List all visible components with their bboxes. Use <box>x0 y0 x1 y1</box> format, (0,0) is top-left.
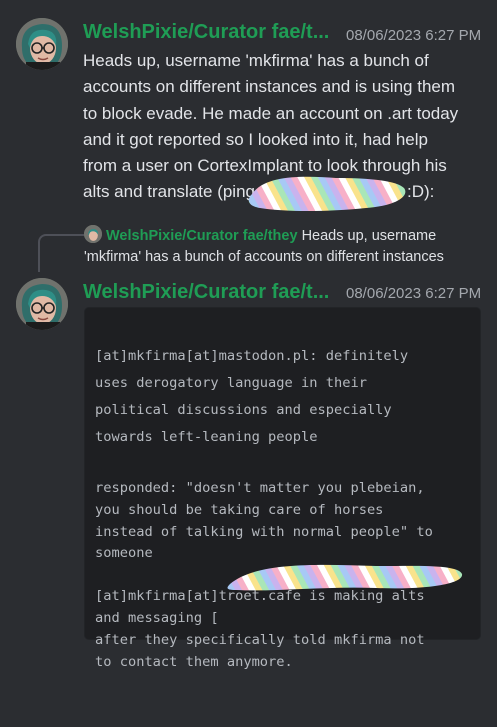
reply-text: Heads up, username <box>301 228 437 244</box>
rainbow-scribble-redaction-icon <box>248 176 406 211</box>
avatar[interactable] <box>16 18 68 70</box>
rainbow-scribble-redaction-icon <box>227 564 463 591</box>
reply-preview[interactable]: WelshPixie/Curator fae/they Heads up, us… <box>84 225 494 268</box>
reply-connector <box>38 234 84 272</box>
message-timestamp: 08/06/2023 6:27 PM <box>346 27 482 44</box>
reply-text-continued: 'mkfirma' has a bunch of accounts on dif… <box>84 249 444 265</box>
code-text: [at]mkfirma[at]mastodon.pl: definitely us… <box>95 348 433 670</box>
reply-author[interactable]: WelshPixie/Curator fae/they <box>106 228 298 244</box>
message-author[interactable]: WelshPixie/Curator fae/t... <box>83 21 329 44</box>
avatar[interactable] <box>16 278 68 330</box>
reply-avatar[interactable] <box>84 225 102 243</box>
message-timestamp: 08/06/2023 6:27 PM <box>346 285 482 302</box>
message-author[interactable]: WelshPixie/Curator fae/t... <box>83 281 329 304</box>
